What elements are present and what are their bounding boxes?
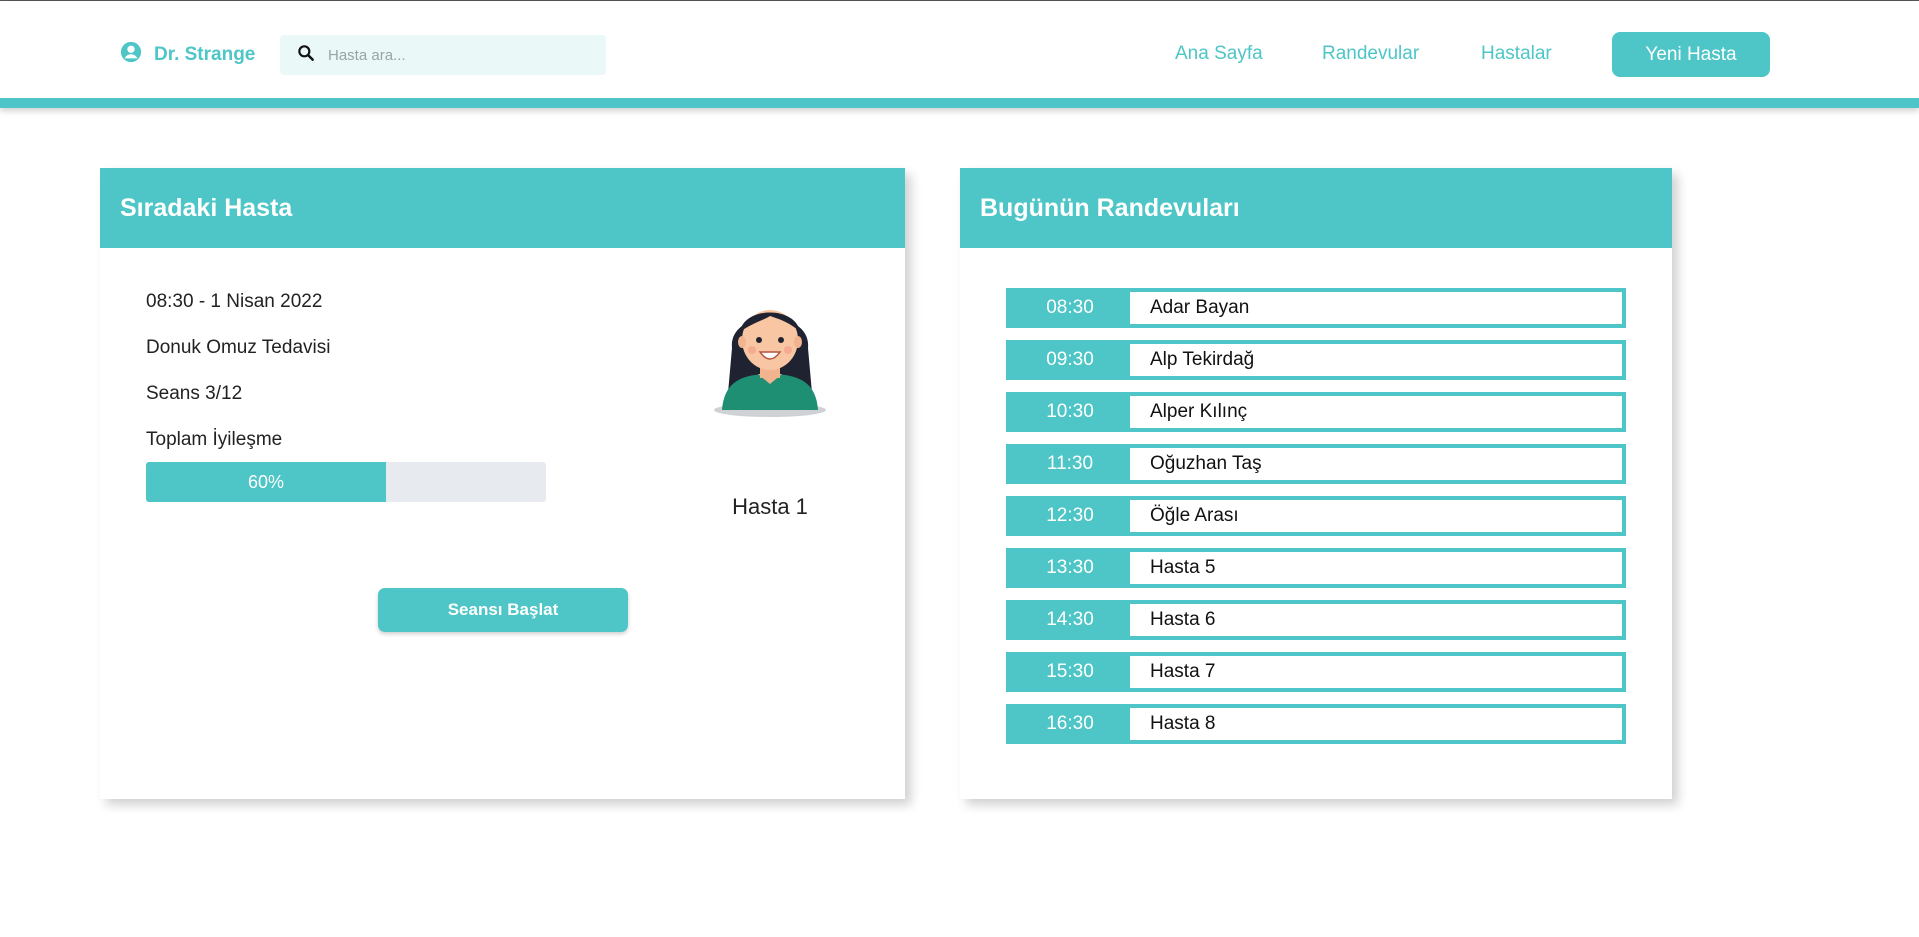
appointment-item[interactable]: 15:30 Hasta 7 bbox=[1006, 652, 1626, 692]
appointment-time: 12:30 bbox=[1010, 500, 1130, 532]
patient-avatar bbox=[710, 288, 830, 418]
appointment-patient: Hasta 5 bbox=[1150, 557, 1216, 578]
recovery-percent: 60% bbox=[247, 471, 285, 492]
appointment-patient: Hasta 6 bbox=[1150, 609, 1216, 630]
appointment-item[interactable]: 12:30 Öğle Arası bbox=[1006, 496, 1626, 536]
nav-home[interactable]: Ana Sayfa bbox=[1175, 43, 1263, 65]
appointments-card: Bugünün Randevuları 08:30 Adar Bayan 09:… bbox=[960, 168, 1672, 799]
appointment-time: 16:30 bbox=[1010, 708, 1130, 740]
appointment-patient: Oğuzhan Taş bbox=[1150, 453, 1262, 474]
appointment-time: 11:30 bbox=[1010, 448, 1130, 480]
appointment-time: 10:30 bbox=[1010, 396, 1130, 428]
appointment-patient: Öğle Arası bbox=[1150, 505, 1239, 526]
appointment-time: 14:30 bbox=[1010, 604, 1130, 636]
appointment-time: 08:30 bbox=[1010, 292, 1130, 324]
appointment-time: 09:30 bbox=[1010, 344, 1130, 376]
appointment-list: 08:30 Adar Bayan 09:30 Alp Tekirdağ 10:3… bbox=[1006, 288, 1626, 756]
new-patient-button[interactable]: Yeni Hasta bbox=[1612, 32, 1770, 77]
appointment-patient: Hasta 8 bbox=[1150, 713, 1216, 734]
patient-name: Hasta 1 bbox=[732, 494, 808, 519]
user-circle-icon bbox=[120, 41, 142, 69]
user-name: Dr. Strange bbox=[154, 44, 256, 65]
start-session-button[interactable]: Seansı Başlat bbox=[378, 588, 628, 632]
recovery-progress-bar: 60% bbox=[146, 462, 546, 502]
recovery-progress-fill: 60% bbox=[146, 462, 386, 502]
nav-patients[interactable]: Hastalar bbox=[1481, 43, 1552, 65]
user-profile[interactable]: Dr. Strange bbox=[120, 41, 255, 69]
appointment-time: 13:30 bbox=[1010, 552, 1130, 584]
appointment-time: 15:30 bbox=[1010, 656, 1130, 688]
appointment-patient: Hasta 7 bbox=[1150, 661, 1216, 682]
nav-appointments[interactable]: Randevular bbox=[1322, 43, 1419, 65]
appointment-patient: Alp Tekirdağ bbox=[1150, 349, 1255, 370]
appointment-item[interactable]: 11:30 Oğuzhan Taş bbox=[1006, 444, 1626, 484]
appointment-patient: Alper Kılınç bbox=[1150, 401, 1248, 422]
appointments-title: Bugünün Randevuları bbox=[960, 168, 1672, 248]
appointment-datetime: 08:30 - 1 Nisan 2022 bbox=[146, 291, 323, 312]
appointment-item[interactable]: 09:30 Alp Tekirdağ bbox=[1006, 340, 1626, 380]
appointment-item[interactable]: 10:30 Alper Kılınç bbox=[1006, 392, 1626, 432]
recovery-label: Toplam İyileşme bbox=[146, 429, 283, 450]
next-patient-card: Sıradaki Hasta 08:30 - 1 Nisan 2022 Donu… bbox=[100, 168, 905, 799]
search-icon bbox=[296, 43, 316, 68]
search-box[interactable] bbox=[280, 35, 606, 75]
treatment-name: Donuk Omuz Tedavisi bbox=[146, 337, 331, 358]
appointment-item[interactable]: 13:30 Hasta 5 bbox=[1006, 548, 1626, 588]
search-input[interactable] bbox=[328, 46, 588, 64]
appointment-item[interactable]: 14:30 Hasta 6 bbox=[1006, 600, 1626, 640]
appointment-item[interactable]: 16:30 Hasta 8 bbox=[1006, 704, 1626, 744]
appointment-item[interactable]: 08:30 Adar Bayan bbox=[1006, 288, 1626, 328]
appointment-patient: Adar Bayan bbox=[1150, 297, 1250, 318]
navbar: Dr. Strange Ana Sayfa Randevular Hastala… bbox=[0, 1, 1919, 108]
next-patient-title: Sıradaki Hasta bbox=[100, 168, 905, 248]
session-count: Seans 3/12 bbox=[146, 383, 243, 404]
